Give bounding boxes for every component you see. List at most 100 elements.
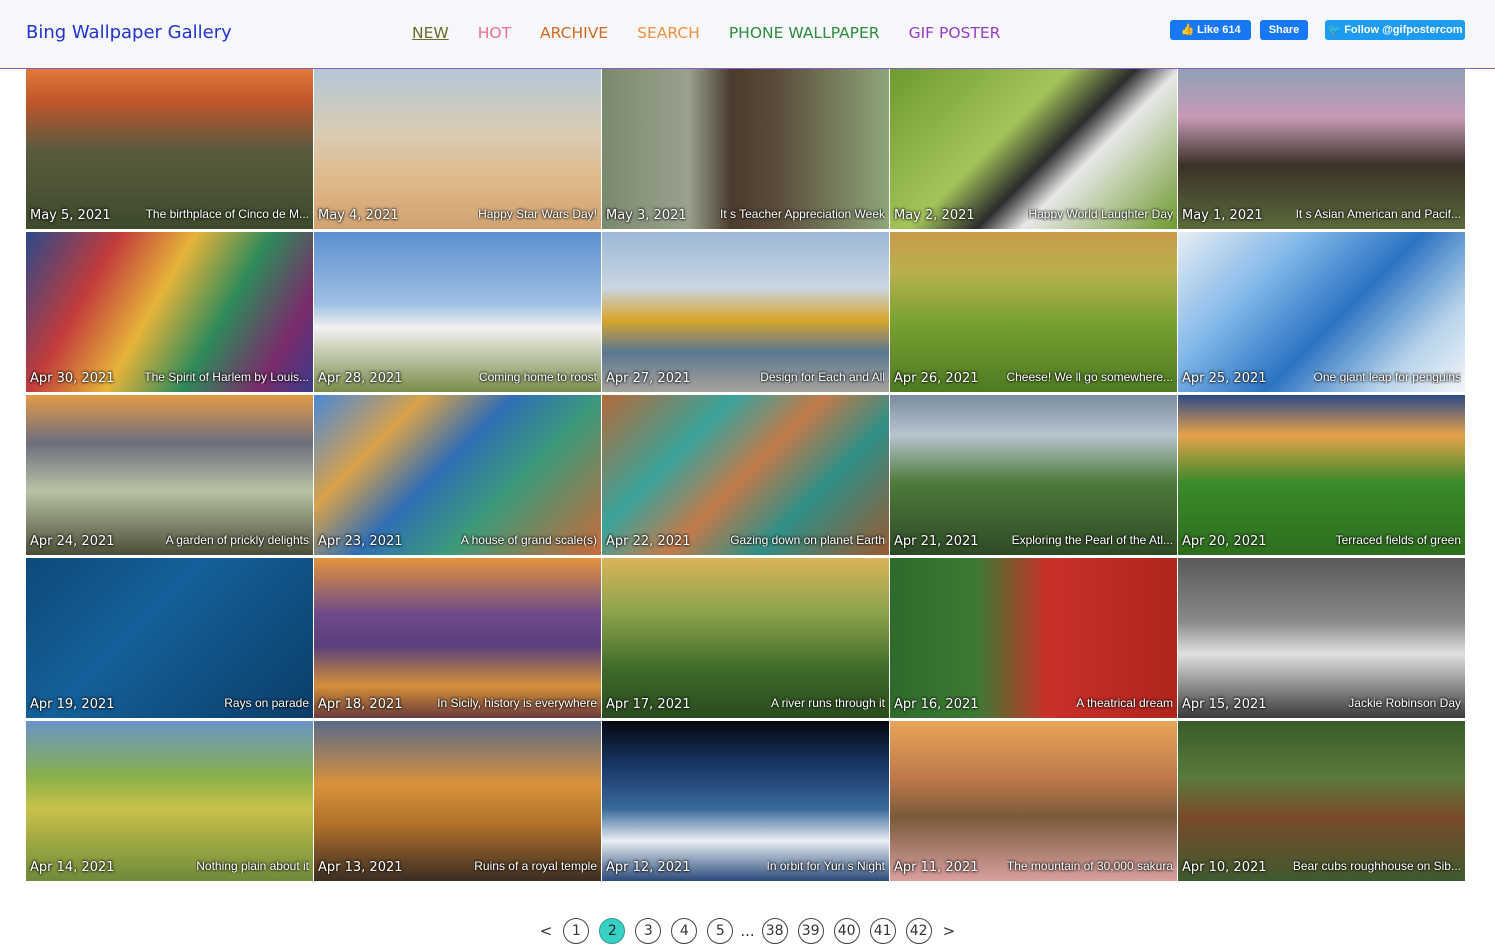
wallpaper-date: Apr 27, 2021 — [606, 371, 691, 386]
wallpaper-date: Apr 19, 2021 — [30, 697, 115, 712]
wallpaper-tile[interactable]: Apr 16, 2021 A theatrical dream — [890, 558, 1177, 718]
wallpaper-caption: Ruins of a royal temple — [474, 859, 597, 873]
wallpaper-tile[interactable]: Apr 17, 2021 A river runs through it — [602, 558, 889, 718]
page-link[interactable]: 39 — [797, 918, 824, 944]
pagination: <1 2 3 4 5... 38 39 40 41 42 > — [0, 918, 1495, 944]
wallpaper-tile[interactable]: May 4, 2021 Happy Star Wars Day! — [314, 69, 601, 229]
nav-link-hot[interactable]: HOT — [478, 24, 511, 42]
thumbs-up-icon: 👍 — [1180, 24, 1195, 36]
wallpaper-date: May 3, 2021 — [606, 208, 687, 223]
wallpaper-tile[interactable]: Apr 26, 2021 Cheese! We ll go somewhere..… — [890, 232, 1177, 392]
nav-link-search[interactable]: SEARCH — [637, 24, 700, 42]
wallpaper-caption: Bear cubs roughhouse on Sib... — [1292, 859, 1461, 873]
page-link[interactable]: 42 — [905, 918, 932, 944]
wallpaper-tile[interactable]: Apr 27, 2021 Design for Each and All — [602, 232, 889, 392]
main-nav: NEW HOT ARCHIVE SEARCH PHONE WALLPAPER GIF PO… — [412, 24, 1029, 42]
nav-link-archive[interactable]: ARCHIVE — [540, 24, 608, 42]
wallpaper-caption: Gazing down on planet Earth — [730, 533, 885, 547]
wallpaper-tile[interactable]: May 3, 2021 It s Teacher Appreciation Wee… — [602, 69, 889, 229]
wallpaper-grid: May 5, 2021 The birthplace of Cinco de M.… — [26, 69, 1466, 881]
page-link[interactable]: 5 — [707, 918, 734, 944]
wallpaper-date: Apr 10, 2021 — [1182, 860, 1267, 875]
facebook-like-button[interactable]: 👍 Like 614 — [1170, 20, 1251, 40]
facebook-share-button[interactable]: Share — [1260, 20, 1308, 40]
wallpaper-tile[interactable]: May 1, 2021 It s Asian American and Pacif… — [1178, 69, 1465, 229]
wallpaper-tile[interactable]: Apr 14, 2021 Nothing plain about it — [26, 721, 313, 881]
wallpaper-date: Apr 17, 2021 — [606, 697, 691, 712]
wallpaper-date: Apr 15, 2021 — [1182, 697, 1267, 712]
wallpaper-caption: Cheese! We ll go somewhere... — [1006, 370, 1173, 384]
wallpaper-tile[interactable]: Apr 12, 2021 In orbit for Yuri s Night — [602, 721, 889, 881]
wallpaper-tile[interactable]: Apr 25, 2021 One giant leap for penguins — [1178, 232, 1465, 392]
wallpaper-date: Apr 23, 2021 — [318, 534, 403, 549]
wallpaper-caption: The Spirit of Harlem by Louis... — [144, 370, 309, 384]
wallpaper-caption: Jackie Robinson Day — [1348, 696, 1461, 710]
wallpaper-date: Apr 12, 2021 — [606, 860, 691, 875]
wallpaper-tile[interactable]: Apr 20, 2021 Terraced fields of green — [1178, 395, 1465, 555]
wallpaper-caption: Nothing plain about it — [196, 859, 309, 873]
wallpaper-date: Apr 24, 2021 — [30, 534, 115, 549]
wallpaper-caption: Terraced fields of green — [1335, 533, 1461, 547]
wallpaper-tile[interactable]: Apr 21, 2021 Exploring the Pearl of the A… — [890, 395, 1177, 555]
page-link[interactable]: 4 — [671, 918, 698, 944]
wallpaper-caption: Happy Star Wars Day! — [478, 207, 597, 221]
wallpaper-tile[interactable]: Apr 30, 2021 The Spirit of Harlem by Loui… — [26, 232, 313, 392]
wallpaper-tile[interactable]: Apr 15, 2021 Jackie Robinson Day — [1178, 558, 1465, 718]
wallpaper-date: Apr 13, 2021 — [318, 860, 403, 875]
wallpaper-caption: The birthplace of Cinco de M... — [145, 207, 309, 221]
wallpaper-caption: A river runs through it — [770, 696, 885, 710]
page-link[interactable]: 38 — [761, 918, 788, 944]
wallpaper-date: Apr 11, 2021 — [894, 860, 979, 875]
wallpaper-caption: In Sicily, history is everywhere — [437, 696, 597, 710]
wallpaper-date: Apr 22, 2021 — [606, 534, 691, 549]
site-header: Bing Wallpaper Gallery NEW HOT ARCHIVE SEAR… — [0, 0, 1495, 69]
wallpaper-caption: It s Asian American and Pacif... — [1295, 207, 1461, 221]
page-link[interactable]: 1 — [563, 918, 590, 944]
nav-link-phone-wallpaper[interactable]: PHONE WALLPAPER — [729, 24, 880, 42]
wallpaper-tile[interactable]: Apr 28, 2021 Coming home to roost — [314, 232, 601, 392]
wallpaper-tile[interactable]: Apr 10, 2021 Bear cubs roughhouse on Sib.… — [1178, 721, 1465, 881]
wallpaper-caption: It s Teacher Appreciation Week — [720, 207, 885, 221]
wallpaper-tile[interactable]: Apr 18, 2021 In Sicily, history is everyw… — [314, 558, 601, 718]
wallpaper-date: May 1, 2021 — [1182, 208, 1263, 223]
prev-page-arrow[interactable]: < — [540, 922, 553, 940]
page-link[interactable]: 3 — [635, 918, 662, 944]
wallpaper-caption: The mountain of 30,000 sakura — [1006, 859, 1173, 873]
wallpaper-tile[interactable]: Apr 13, 2021 Ruins of a royal temple — [314, 721, 601, 881]
wallpaper-caption: One giant leap for penguins — [1313, 370, 1461, 384]
wallpaper-date: Apr 21, 2021 — [894, 534, 979, 549]
wallpaper-date: Apr 26, 2021 — [894, 371, 979, 386]
wallpaper-date: Apr 28, 2021 — [318, 371, 403, 386]
wallpaper-caption: Happy World Laughter Day — [1028, 207, 1173, 221]
wallpaper-date: May 5, 2021 — [30, 208, 111, 223]
pagination-ellipsis: ... — [740, 922, 755, 940]
nav-link-new[interactable]: NEW — [412, 24, 449, 42]
wallpaper-tile[interactable]: Apr 11, 2021 The mountain of 30,000 sakur… — [890, 721, 1177, 881]
page-link[interactable]: 40 — [833, 918, 860, 944]
wallpaper-date: Apr 30, 2021 — [30, 371, 115, 386]
page-current[interactable]: 2 — [599, 918, 626, 944]
wallpaper-caption: In orbit for Yuri s Night — [766, 859, 886, 873]
wallpaper-tile[interactable]: May 2, 2021 Happy World Laughter Day — [890, 69, 1177, 229]
wallpaper-caption: A garden of prickly delights — [165, 533, 309, 547]
facebook-like-label: Like 614 — [1197, 24, 1241, 36]
next-page-arrow[interactable]: > — [943, 922, 956, 940]
wallpaper-caption: A theatrical dream — [1076, 696, 1173, 710]
wallpaper-tile[interactable]: May 5, 2021 The birthplace of Cinco de M.… — [26, 69, 313, 229]
wallpaper-caption: Design for Each and All — [760, 370, 885, 384]
wallpaper-date: May 4, 2021 — [318, 208, 399, 223]
twitter-bird-icon: 🐦 — [1327, 24, 1342, 36]
wallpaper-tile[interactable]: Apr 23, 2021 A house of grand scale(s) — [314, 395, 601, 555]
wallpaper-tile[interactable]: Apr 19, 2021 Rays on parade — [26, 558, 313, 718]
wallpaper-date: Apr 25, 2021 — [1182, 371, 1267, 386]
wallpaper-date: May 2, 2021 — [894, 208, 975, 223]
wallpaper-tile[interactable]: Apr 22, 2021 Gazing down on planet Earth — [602, 395, 889, 555]
wallpaper-caption: Coming home to roost — [478, 370, 597, 384]
site-brand-link[interactable]: Bing Wallpaper Gallery — [26, 22, 232, 43]
wallpaper-tile[interactable]: Apr 24, 2021 A garden of prickly delights — [26, 395, 313, 555]
twitter-follow-button[interactable]: 🐦 Follow @gifpostercom — [1325, 20, 1465, 40]
page-link[interactable]: 41 — [869, 918, 896, 944]
nav-link-gif-poster[interactable]: GIF POSTER — [909, 24, 1001, 42]
wallpaper-date: Apr 14, 2021 — [30, 860, 115, 875]
wallpaper-date: Apr 20, 2021 — [1182, 534, 1267, 549]
